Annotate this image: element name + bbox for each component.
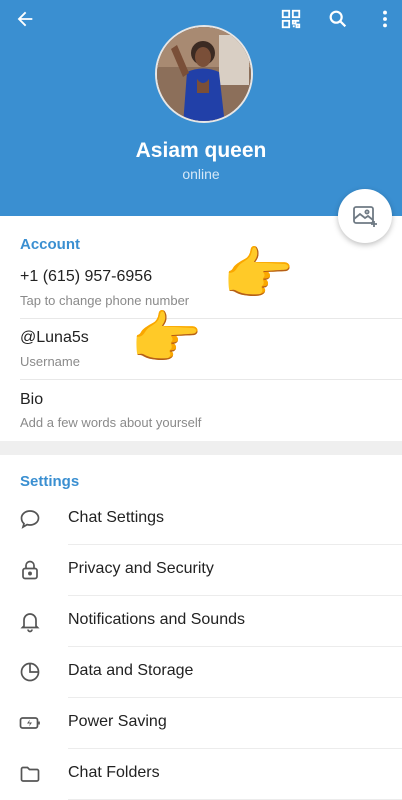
username-hint: Username xyxy=(20,354,80,369)
divider xyxy=(20,379,402,380)
settings-item-notifications[interactable]: Notifications and Sounds xyxy=(0,596,402,647)
settings-item-label: Power Saving xyxy=(68,713,167,730)
bio-hint: Add a few words about yourself xyxy=(20,415,202,430)
add-photo-icon xyxy=(353,206,377,227)
qr-code-icon[interactable] xyxy=(278,6,304,32)
chat-bubble-icon xyxy=(20,510,40,529)
divider xyxy=(20,318,402,319)
set-photo-button[interactable] xyxy=(338,189,392,243)
lock-icon xyxy=(22,560,38,580)
settings-section-title: Settings xyxy=(20,473,80,490)
username-value: @Luna5s xyxy=(20,329,89,346)
pointing-hand-icon: 👉 xyxy=(130,306,203,371)
pointing-hand-icon: 👉 xyxy=(222,242,295,307)
profile-status: online xyxy=(182,166,220,182)
profile-name: Asiam queen xyxy=(135,139,267,162)
more-vertical-icon[interactable] xyxy=(372,6,398,32)
settings-item-label: Chat Settings xyxy=(68,509,165,526)
settings-item-label: Chat Folders xyxy=(68,764,160,781)
phone-number: +1 (615) 957-6956 xyxy=(20,268,153,285)
settings-item-folders[interactable]: Chat Folders xyxy=(0,749,402,800)
account-section-title: Account xyxy=(20,236,80,253)
settings-item-privacy[interactable]: Privacy and Security xyxy=(0,545,402,596)
settings-item-chat[interactable]: Chat Settings xyxy=(0,494,402,545)
bell-icon xyxy=(20,613,40,633)
settings-item-label: Notifications and Sounds xyxy=(68,611,245,628)
settings-item-data[interactable]: Data and Storage xyxy=(0,647,402,698)
avatar[interactable] xyxy=(155,25,253,123)
arrow-back-icon[interactable] xyxy=(12,6,38,32)
settings-item-label: Privacy and Security xyxy=(68,560,214,577)
settings-item-power[interactable]: Power Saving xyxy=(0,698,402,749)
pie-chart-icon xyxy=(20,662,40,682)
section-gap xyxy=(0,441,402,455)
search-icon[interactable] xyxy=(325,6,351,32)
bio-label: Bio xyxy=(20,391,44,408)
settings-item-label: Data and Storage xyxy=(68,662,194,679)
profile-header: Asiam queen online xyxy=(0,0,402,216)
folder-icon xyxy=(20,766,40,782)
battery-icon xyxy=(19,717,40,729)
